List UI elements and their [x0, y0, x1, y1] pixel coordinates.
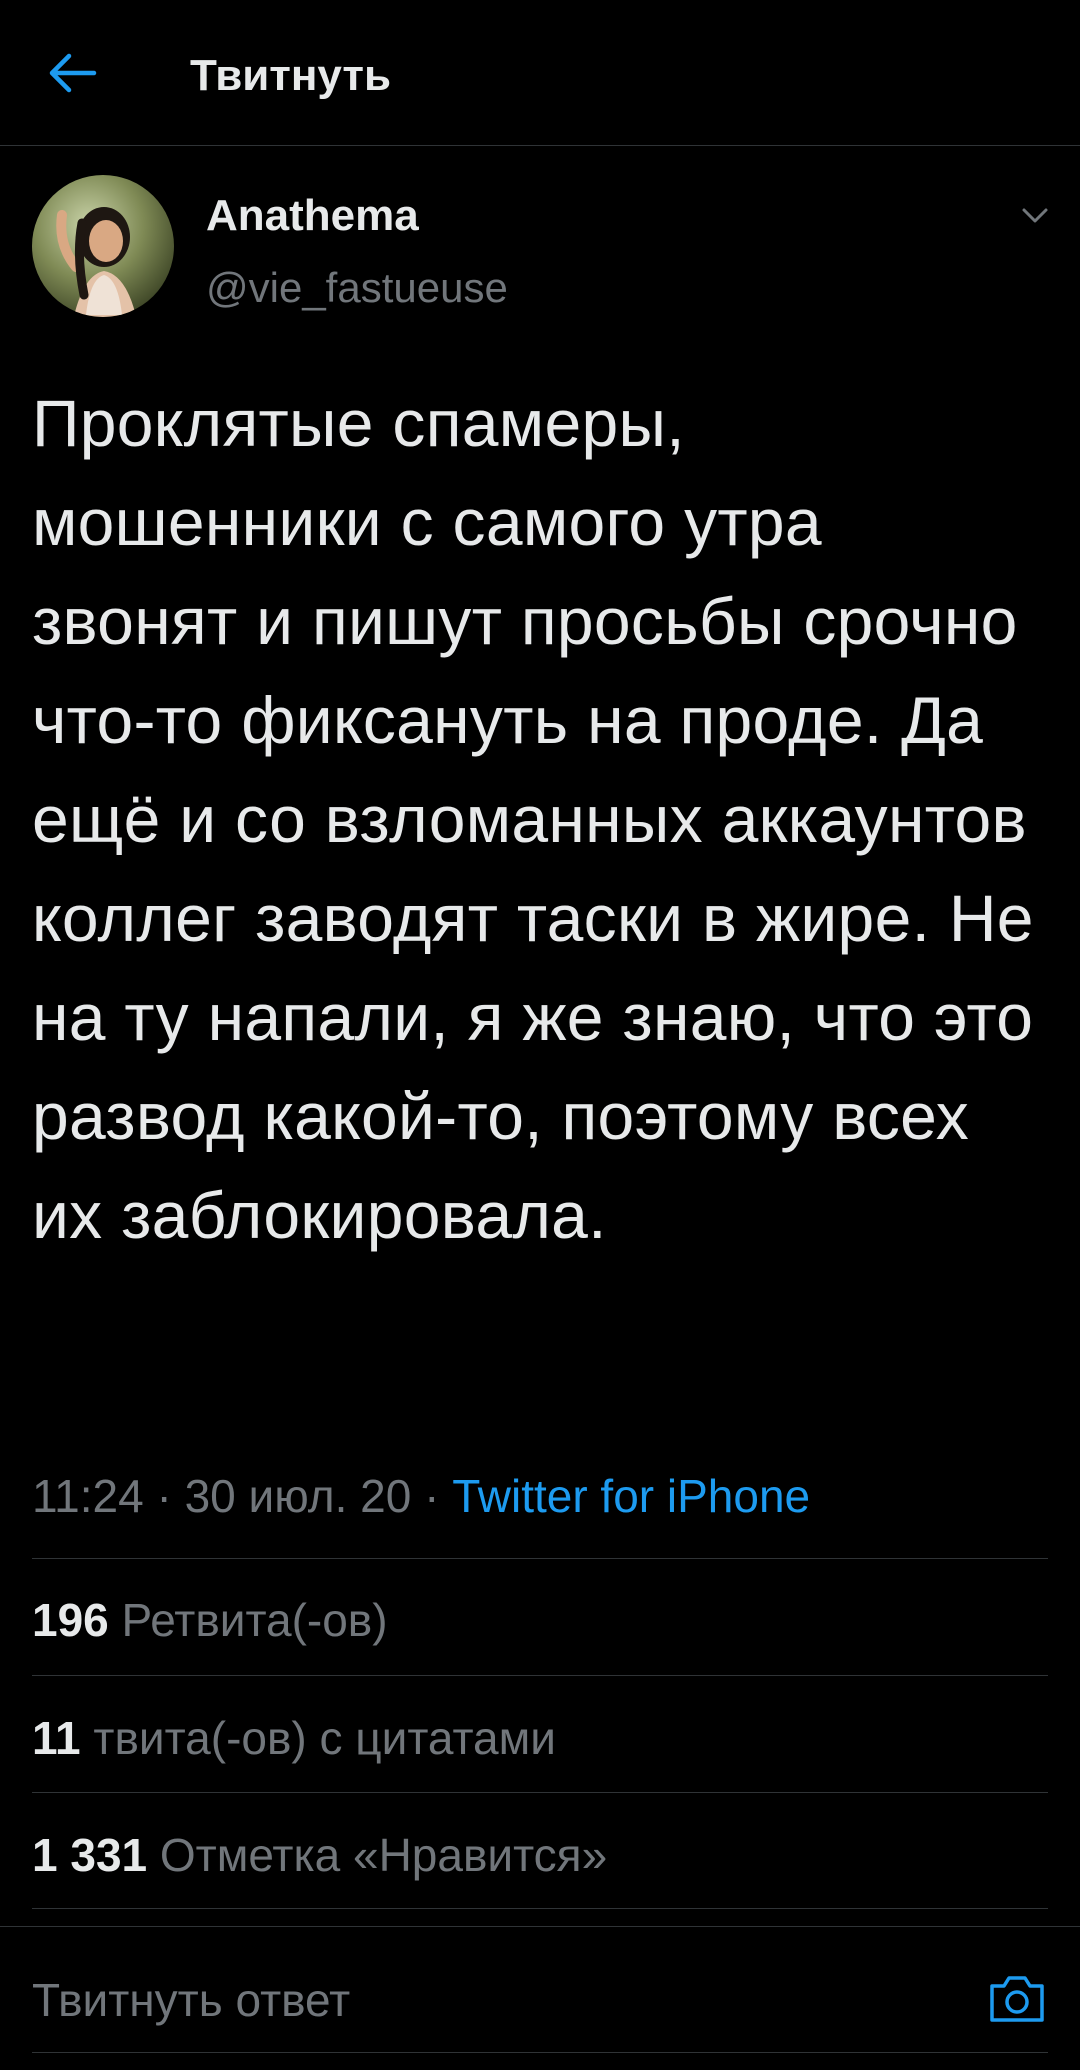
tweet-meta: 11:24 · 30 июл. 20 · Twitter for iPhone: [32, 1466, 810, 1526]
page-title: Твитнуть: [190, 51, 392, 100]
top-bar: Твитнуть: [0, 0, 1080, 146]
more-options-button[interactable]: [1018, 198, 1052, 232]
tweet-source[interactable]: Twitter for iPhone: [452, 1470, 810, 1522]
divider: [32, 2052, 1048, 2053]
camera-button[interactable]: [986, 1968, 1048, 2030]
author-handle[interactable]: @vie_fastueuse: [206, 260, 508, 316]
camera-icon: [990, 1976, 1044, 2022]
tweet-text: Проклятые спамеры, мошенники с самого ут…: [32, 386, 1034, 1252]
retweets-stat[interactable]: 196 Ретвита(-ов): [32, 1590, 388, 1650]
meta-separator: ·: [411, 1470, 453, 1522]
divider: [32, 1792, 1048, 1793]
quote-tweets-stat[interactable]: 11 твита(-ов) с цитатами: [32, 1708, 556, 1768]
tweet-time[interactable]: 11:24: [32, 1470, 144, 1522]
divider: [32, 1675, 1048, 1676]
meta-separator: ·: [143, 1470, 185, 1522]
avatar[interactable]: [32, 175, 174, 317]
stat-count: 196: [32, 1594, 109, 1646]
likes-stat[interactable]: 1 331 Отметка «Нравится»: [32, 1825, 607, 1885]
stat-label: Ретвита(-ов): [121, 1594, 388, 1646]
author-name[interactable]: Anathema: [206, 188, 419, 244]
profile-photo: [32, 175, 174, 317]
tweet-date[interactable]: 30 июл. 20: [185, 1470, 412, 1522]
stat-count: 11: [32, 1712, 81, 1764]
back-button[interactable]: [42, 42, 104, 104]
stat-count: 1 331: [32, 1829, 148, 1881]
stat-label: твита(-ов) с цитатами: [93, 1712, 556, 1764]
chevron-down-icon: [1022, 208, 1048, 223]
arrow-left-icon: [49, 53, 97, 93]
reply-input[interactable]: Твитнуть ответ: [32, 1970, 350, 2030]
divider: [32, 1558, 1048, 1559]
divider: [32, 1908, 1048, 1909]
stat-label: Отметка «Нравится»: [159, 1829, 608, 1881]
